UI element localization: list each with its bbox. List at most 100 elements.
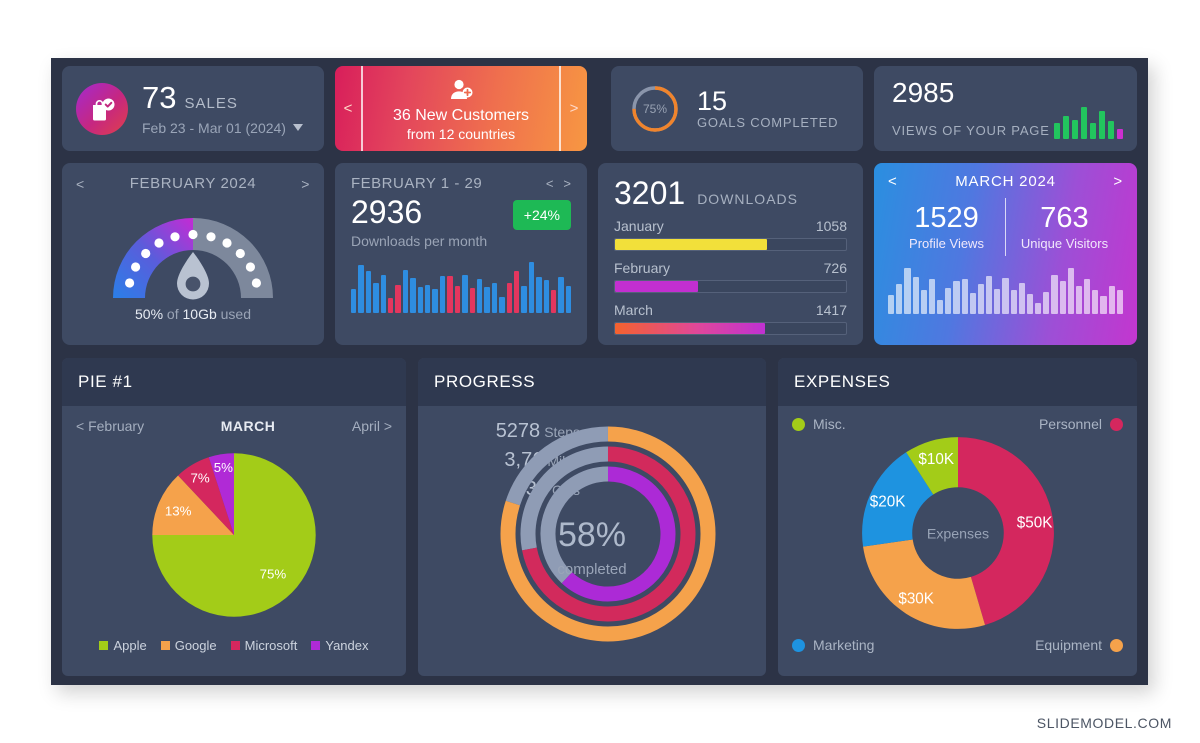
gauge-used: used <box>220 306 251 322</box>
bar <box>1100 295 1107 314</box>
bar <box>912 276 919 314</box>
donut-segment <box>862 539 985 629</box>
bar <box>945 287 952 314</box>
bar <box>558 277 564 313</box>
bar <box>432 288 438 313</box>
page-views-sparkline <box>1054 107 1123 141</box>
bar <box>365 270 372 313</box>
downloads-month-prev-button[interactable]: < <box>546 176 554 191</box>
download-month: February <box>614 260 671 276</box>
unique-visitors-value: 763 <box>1040 202 1089 235</box>
goals-progress-ring: 75% <box>629 83 681 135</box>
download-row: March 1417 <box>614 302 847 335</box>
bar <box>1059 281 1066 314</box>
goals-ring-percent: 75% <box>642 101 668 116</box>
downloads-month-badge: +24% <box>512 200 571 230</box>
bar <box>439 276 446 313</box>
download-progress-fill <box>615 239 768 250</box>
downloads-total: 3201 <box>614 175 686 211</box>
gauge-caption: 50% of 10Gb used <box>76 306 310 322</box>
march-title: MARCH 2024 <box>955 173 1056 190</box>
water-drop-icon <box>177 252 209 300</box>
download-progress-track <box>614 238 847 251</box>
downloads-month-next-button[interactable]: > <box>563 176 571 191</box>
progress-panel: PROGRESS 5278 Steps 3,76 Miles 736 Cals 58% c… <box>418 358 766 676</box>
unique-visitors-label: Unique Visitors <box>1020 235 1109 251</box>
page-views-value: 2985 <box>892 77 955 108</box>
gauge-of: of <box>166 306 179 322</box>
page-views-card: 2985 VIEWS OF YOUR PAGE <box>874 66 1137 151</box>
bar <box>469 287 475 313</box>
sales-text: 73 SALES Feb 23 - Mar 01 (2024) <box>142 82 303 136</box>
progress-percent: 58% <box>557 516 627 554</box>
pie-slice-label: 13% <box>165 504 192 519</box>
donut-center-label: Expenses <box>926 526 988 542</box>
downloads-list: January 1058 February 726 March 1417 <box>614 218 847 335</box>
sparkline-bar <box>1108 121 1114 140</box>
bar <box>1075 286 1083 314</box>
profile-views-label: Profile Views <box>909 235 984 251</box>
march-bar-chart <box>888 266 1123 314</box>
customers-subtitle: from 12 countries <box>406 126 516 142</box>
downloads-month-title: FEBRUARY 1 - 29 <box>351 175 483 192</box>
pie-legend-item: Apple <box>99 638 147 653</box>
download-month: March <box>614 302 653 318</box>
sales-date-selector[interactable]: Feb 23 - Mar 01 (2024) <box>142 120 303 136</box>
bar <box>550 290 557 313</box>
donut-segment-label: $30K <box>898 591 934 608</box>
bar <box>977 284 985 314</box>
pie-legend: Apple Google Microsoft Yandex <box>62 638 406 653</box>
bar <box>410 278 416 313</box>
bar <box>380 275 387 313</box>
bar <box>499 296 505 313</box>
bar <box>402 269 409 313</box>
downloads-month-value: 2936 <box>351 194 423 230</box>
gauge-chart <box>76 198 310 302</box>
expenses-panel: EXPENSES Misc. Personnel Marketing Equip… <box>778 358 1137 676</box>
bar <box>904 267 911 314</box>
pie-prev-button[interactable]: < February <box>76 418 144 434</box>
gauge-capacity: 10Gb <box>182 306 217 322</box>
gauge-prev-button[interactable]: < <box>76 176 85 192</box>
goals-label: GOALS COMPLETED <box>697 115 839 131</box>
bar <box>969 292 976 314</box>
gauge-percent: 50% <box>135 306 164 322</box>
bar <box>462 275 468 313</box>
page-views-label: VIEWS OF YOUR PAGE <box>892 123 1050 139</box>
donut-segment-label: $10K <box>918 451 954 468</box>
sparkline-bar <box>1117 128 1123 140</box>
march-prev-button[interactable]: < <box>888 173 898 190</box>
legend-swatch-icon <box>230 641 240 650</box>
march-next-button[interactable]: > <box>1113 173 1123 190</box>
bar <box>395 284 401 313</box>
bar <box>1043 291 1050 314</box>
sparkline-bar <box>1072 119 1078 140</box>
progress-panel-title: PROGRESS <box>418 358 766 406</box>
bar <box>565 285 572 313</box>
legend-swatch-icon <box>311 641 321 650</box>
bar <box>373 283 379 313</box>
bar <box>1108 286 1115 314</box>
gauge-next-button[interactable]: > <box>301 176 310 192</box>
footer-brand: SLIDEMODEL.COM <box>1036 715 1172 731</box>
bar <box>1084 279 1091 314</box>
bar <box>521 285 527 313</box>
customers-title: 36 New Customers <box>392 107 530 124</box>
goals-value: 15 <box>697 85 728 116</box>
profile-views-value: 1529 <box>914 202 979 235</box>
downloads-month-bar-chart <box>351 259 572 313</box>
customers-prev-button[interactable]: < <box>335 66 363 151</box>
pie-next-button[interactable]: April > <box>352 418 392 434</box>
download-row: February 726 <box>614 260 847 293</box>
sales-date-range: Feb 23 - Mar 01 (2024) <box>142 119 286 136</box>
donut-segment-label: $20K <box>869 493 905 510</box>
add-user-icon <box>448 79 474 106</box>
bar <box>1002 278 1009 314</box>
sparkline-bar <box>1081 107 1087 140</box>
legend-label: Microsoft <box>244 638 298 653</box>
progress-center-text: 58% completed <box>418 516 766 578</box>
customers-next-button[interactable]: > <box>559 66 587 151</box>
bar <box>994 289 1001 314</box>
pie-panel: PIE #1 < February MARCH April > 75% 13% 7%… <box>62 358 406 676</box>
sparkline-bar <box>1099 111 1105 140</box>
